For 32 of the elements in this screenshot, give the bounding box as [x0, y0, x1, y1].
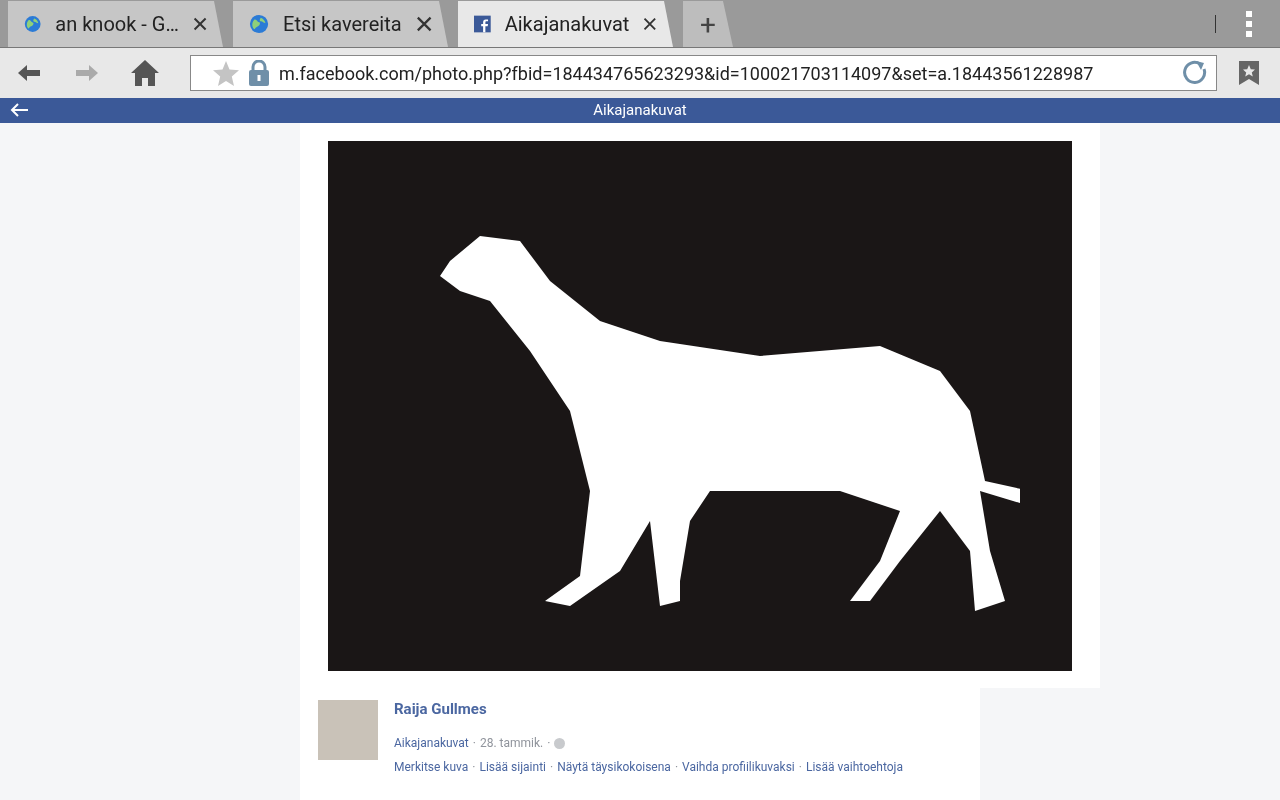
close-icon[interactable]: [643, 15, 657, 33]
separator: ·: [550, 760, 554, 774]
close-icon[interactable]: [192, 15, 207, 33]
facebook-icon: [474, 13, 491, 35]
action-link[interactable]: Merkitse kuva: [394, 760, 469, 774]
action-link[interactable]: Lisää sijainti: [479, 760, 546, 774]
separator: ·: [547, 736, 551, 750]
separator: ·: [472, 736, 476, 750]
page-title: Aikajanakuvat: [592, 100, 688, 121]
separator: ·: [798, 760, 802, 774]
browser-tab[interactable]: Etsi kavereita: [233, 1, 448, 47]
album-link[interactable]: Aikajanakuvat: [394, 736, 469, 750]
bookmark-icon[interactable]: [1239, 61, 1259, 85]
home-icon[interactable]: [131, 60, 159, 86]
separator: ·: [674, 760, 678, 774]
reload-icon[interactable]: [1182, 60, 1208, 86]
close-icon[interactable]: [415, 15, 432, 33]
back-icon[interactable]: [10, 103, 28, 117]
url-text: m.facebook.com/photo.php?fbid=184434765623293&id=100021703114097&set=a.18443561228987: [279, 62, 1095, 84]
address-bar[interactable]: m.facebook.com/photo.php?fbid=184434765623293&id=100021703114097&set=a.18443561228987: [190, 55, 1217, 91]
action-link[interactable]: Lisää vaihtoehtoja: [805, 760, 903, 774]
back-icon[interactable]: [18, 64, 40, 82]
post-date: 28. tammik.: [479, 736, 544, 750]
star-icon[interactable]: [213, 60, 239, 86]
browser-tab[interactable]: Aikajanakuvat: [458, 1, 673, 47]
author-link[interactable]: Raija Gullmes: [394, 700, 903, 718]
separator: ·: [472, 760, 476, 774]
action-link[interactable]: Vaihda profiilikuvaksi: [682, 760, 795, 774]
menu-icon[interactable]: [1246, 10, 1252, 37]
browser-tab[interactable]: an knook - G…: [8, 1, 223, 47]
new-tab-button[interactable]: +: [683, 1, 733, 47]
action-link[interactable]: Näytä täysikokoisena: [557, 760, 671, 774]
